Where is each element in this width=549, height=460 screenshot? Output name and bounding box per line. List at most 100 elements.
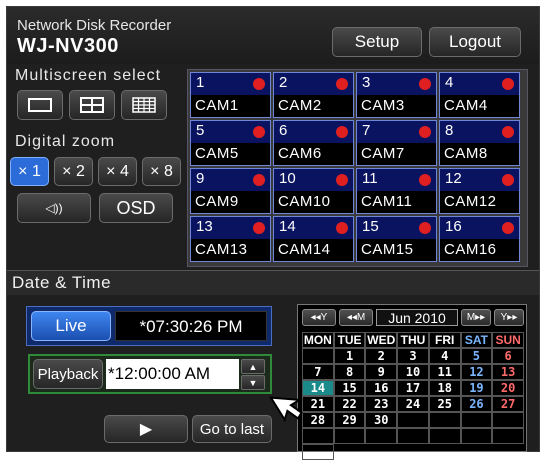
calendar-day — [492, 428, 524, 444]
live-button[interactable]: Live — [31, 311, 111, 341]
zoom-x2-button[interactable]: × 2 — [54, 157, 93, 186]
calendar-grid: MON TUE WED THU FRI SAT SUN 1 2 3 4 5 6 7 8 9 10 11 12 13 14… — [302, 332, 524, 460]
calendar-day[interactable]: 2 — [365, 348, 398, 364]
zoom-x8-button[interactable]: × 8 — [142, 157, 181, 186]
weekday-header: MON — [302, 332, 334, 348]
calendar-day[interactable]: 26 — [460, 396, 493, 412]
weekday-header: FRI — [428, 332, 461, 348]
quad-screen-button[interactable] — [69, 90, 115, 120]
calendar-day[interactable]: 11 — [428, 364, 461, 380]
camera-name: CAM2 — [274, 95, 353, 117]
camera-tile[interactable]: 6 CAM6 — [273, 120, 354, 166]
calendar-day[interactable]: 6 — [492, 348, 524, 364]
camera-tile[interactable]: 4 CAM4 — [439, 72, 520, 118]
calendar-day[interactable]: 15 — [333, 380, 366, 396]
calendar-day[interactable]: 23 — [365, 396, 398, 412]
calendar-day[interactable]: 1 — [333, 348, 366, 364]
camera-tile[interactable]: 15 CAM15 — [356, 216, 437, 262]
multiscreen-label: Multiscreen select — [15, 67, 162, 84]
next-year-button[interactable]: Y▸▸ — [494, 309, 524, 326]
audio-button[interactable]: ◁)) — [17, 193, 91, 223]
camera-number: 2 — [279, 74, 288, 91]
camera-tile[interactable]: 13 CAM13 — [190, 216, 271, 262]
setup-button[interactable]: Setup — [332, 27, 422, 57]
record-indicator-icon — [253, 222, 265, 234]
calendar-day[interactable]: 7 — [302, 364, 334, 380]
calendar-day[interactable]: 27 — [492, 396, 524, 412]
camera-number: 13 — [196, 218, 213, 235]
camera-tile[interactable]: 1 CAM1 — [190, 72, 271, 118]
camera-number: 5 — [196, 122, 205, 139]
camera-name: CAM7 — [357, 143, 436, 165]
calendar-day[interactable]: 20 — [492, 380, 524, 396]
calendar-day[interactable]: 12 — [460, 364, 493, 380]
prev-year-button[interactable]: ◂◂Y — [302, 309, 336, 326]
calendar-day[interactable]: 22 — [333, 396, 366, 412]
sixteen-screen-button[interactable] — [121, 90, 167, 120]
calendar-day[interactable]: 18 — [428, 380, 461, 396]
time-up-button[interactable]: ▲ — [241, 359, 265, 374]
osd-button[interactable]: OSD — [99, 193, 173, 223]
calendar-day[interactable]: 25 — [428, 396, 461, 412]
camera-tile[interactable]: 11 CAM11 — [356, 168, 437, 214]
calendar-day — [365, 428, 398, 444]
calendar-day[interactable]: 4 — [428, 348, 461, 364]
camera-tile[interactable]: 12 CAM12 — [439, 168, 520, 214]
camera-name: CAM4 — [440, 95, 519, 117]
calendar-day[interactable]: 3 — [397, 348, 429, 364]
camera-tile[interactable]: 7 CAM7 — [356, 120, 437, 166]
calendar-day[interactable]: 10 — [397, 364, 429, 380]
calendar-day[interactable]: 5 — [460, 348, 493, 364]
record-indicator-icon — [336, 174, 348, 186]
camera-tile[interactable]: 14 CAM14 — [273, 216, 354, 262]
logout-button[interactable]: Logout — [429, 27, 521, 57]
camera-tile[interactable]: 16 CAM16 — [439, 216, 520, 262]
camera-name: CAM13 — [191, 239, 270, 261]
calendar-day[interactable]: 24 — [397, 396, 429, 412]
calendar-day[interactable]: 16 — [365, 380, 398, 396]
playback-time-field[interactable]: *12:00:00 AM — [106, 359, 239, 389]
playback-button[interactable]: Playback — [33, 359, 103, 389]
time-down-button[interactable]: ▼ — [241, 375, 265, 390]
camera-tile[interactable]: 9 CAM9 — [190, 168, 271, 214]
camera-tile[interactable]: 10 CAM10 — [273, 168, 354, 214]
calendar-day[interactable]: 19 — [460, 380, 493, 396]
arrow-up-icon: ▲ — [248, 361, 258, 372]
calendar-day[interactable]: 17 — [397, 380, 429, 396]
single-screen-button[interactable] — [17, 90, 63, 120]
camera-tile[interactable]: 3 CAM3 — [356, 72, 437, 118]
camera-number: 3 — [362, 74, 371, 91]
camera-number: 10 — [279, 170, 296, 187]
camera-tile[interactable]: 2 CAM2 — [273, 72, 354, 118]
play-button[interactable]: ▶ — [104, 415, 188, 443]
record-indicator-icon — [336, 222, 348, 234]
calendar-day[interactable]: 9 — [365, 364, 398, 380]
camera-name: CAM12 — [440, 191, 519, 213]
camera-name: CAM6 — [274, 143, 353, 165]
camera-tile[interactable]: 8 CAM8 — [439, 120, 520, 166]
camera-tile[interactable]: 5 CAM5 — [190, 120, 271, 166]
prev-month-button[interactable]: ◂◂M — [339, 309, 373, 326]
camera-number: 4 — [445, 74, 454, 91]
calendar-day[interactable]: 29 — [333, 412, 366, 428]
calendar-day[interactable]: 8 — [333, 364, 366, 380]
device-model: WJ-NV300 — [17, 35, 119, 57]
record-indicator-icon — [419, 78, 431, 90]
record-indicator-icon — [419, 222, 431, 234]
go-to-last-button[interactable]: Go to last — [192, 415, 272, 443]
calendar-day — [428, 412, 461, 428]
next-month-button[interactable]: M▸▸ — [461, 309, 491, 326]
zoom-x4-button[interactable]: × 4 — [98, 157, 137, 186]
camera-number: 8 — [445, 122, 454, 139]
record-indicator-icon — [253, 126, 265, 138]
record-indicator-icon — [419, 174, 431, 186]
record-indicator-icon — [502, 222, 514, 234]
camera-number: 15 — [362, 218, 379, 235]
camera-name: CAM15 — [357, 239, 436, 261]
calendar-day[interactable]: 13 — [492, 364, 524, 380]
calendar-day — [302, 348, 334, 364]
record-indicator-icon — [253, 174, 265, 186]
calendar-day[interactable]: 30 — [365, 412, 398, 428]
calendar-day — [428, 428, 461, 444]
zoom-x1-button[interactable]: × 1 — [10, 157, 49, 186]
